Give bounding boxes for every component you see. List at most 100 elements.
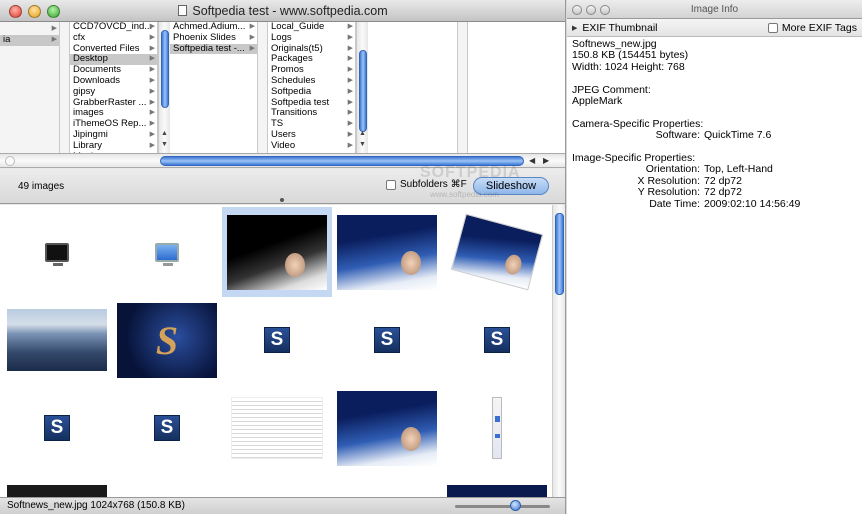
column-1-scroll-thumb[interactable] [161, 30, 169, 108]
thumbnail-s-logo-icon[interactable]: S [112, 383, 222, 473]
browser-column-4[interactable] [368, 22, 458, 153]
thumbnail-monitor-screen-icon[interactable] [112, 207, 222, 297]
browser-item[interactable]: gipsy ▶ [70, 87, 157, 98]
browser-item[interactable]: Jipingmi ▶ [70, 130, 157, 141]
more-exif-tags-checkbox[interactable]: More EXIF Tags [767, 22, 857, 34]
browser-item-label: Transitions [271, 108, 318, 119]
browser-item-label: ia [3, 34, 11, 45]
thumbnail-size-slider[interactable] [455, 505, 550, 508]
column-1-scrollbar[interactable]: ▲ ▼ [158, 22, 170, 153]
browser-item[interactable]: Schedules ▶ [268, 76, 355, 87]
browser-item[interactable]: Promos ▶ [268, 65, 355, 76]
thumbnail-s-logo-icon[interactable]: S [442, 295, 552, 385]
browser-item[interactable]: ▶ [0, 24, 59, 35]
browser-item[interactable]: Users ▶ [268, 130, 355, 141]
browser-column-3[interactable]: Local_Guide ▶ Logs ▶ Originals(t5) ▶ Packages ▶… [268, 22, 356, 153]
thumbnail-s-logo-icon[interactable]: S [332, 295, 442, 385]
browser-item-label: Converted Files [73, 43, 140, 54]
browser-item-label: Packages [271, 54, 313, 65]
jpeg-comment-value: AppleMark [572, 95, 623, 108]
browser-item[interactable]: iThemeOS Rep... ▶ [70, 119, 157, 130]
thumbnail-document-table[interactable] [222, 383, 332, 473]
scroll-down-arrow-icon[interactable]: ▼ [159, 139, 170, 150]
split-view-handle[interactable] [280, 198, 284, 202]
thumbnail-photo-blue-portrait[interactable] [332, 207, 442, 297]
browser-item[interactable]: Transitions ▶ [268, 108, 355, 119]
browser-item[interactable]: GrabberRaster ... ▶ [70, 98, 157, 109]
browser-item[interactable]: CCD7OVCD_ind... ▶ [70, 22, 157, 33]
thumbnail-monitor-icon[interactable] [2, 207, 112, 297]
thumbnail-photo-blue-portrait-rotated[interactable] [442, 207, 552, 297]
disclosure-arrow-icon: ▶ [347, 76, 353, 84]
browser-item[interactable]: Achmed.Adium... ▶ [170, 22, 257, 33]
image-prop-row: Date Time: 2009:02:10 14:56:49 [572, 198, 857, 210]
browser-item[interactable]: Logs ▶ [268, 33, 355, 44]
thumbnail-s-logo-icon[interactable]: S [222, 295, 332, 385]
thumbnail-size-slider-knob[interactable] [510, 500, 521, 511]
browser-column-1[interactable]: CCD7OVCD_ind... ▶ cfx ▶ Converted Files ▶ Desk… [70, 22, 158, 153]
thumbnail-photo-harbor[interactable] [2, 295, 112, 385]
s-logo-letter: S [484, 327, 510, 353]
browser-item-label: Schedules [271, 75, 316, 86]
main-titlebar[interactable]: Softpedia test - www.softpedia.com [0, 0, 565, 22]
s-logo-letter: S [117, 302, 217, 378]
browser-item[interactable]: Library ▶ [70, 141, 157, 152]
scroll-track-start [5, 156, 15, 166]
column-3-scroll-thumb[interactable] [359, 50, 367, 132]
browser-item[interactable]: Downloads ▶ [70, 76, 157, 87]
checkbox-icon[interactable] [767, 23, 778, 33]
checkbox-icon[interactable] [386, 179, 396, 190]
disclosure-arrow-icon: ▶ [347, 55, 353, 63]
image-info-window: Image Info ▶ EXIF Thumbnail More EXIF Tag… [567, 0, 862, 514]
browser-item-label: Local_Guide [271, 22, 325, 32]
browser-item[interactable]: Video ▶ [268, 141, 355, 152]
grid-scroll-thumb[interactable] [555, 213, 564, 295]
more-exif-label: More EXIF Tags [781, 22, 857, 34]
browser-item[interactable]: Phoenix Slides ▶ [170, 33, 257, 44]
browser-item[interactable]: Originals(t5) ▶ [268, 44, 355, 55]
scroll-down-arrow-icon[interactable]: ▼ [357, 139, 368, 150]
browser-item[interactable]: Desktop ▶ [70, 54, 157, 66]
thumbnail-s-logo-icon[interactable]: S [2, 383, 112, 473]
scroll-right-arrow-icon[interactable]: ▶ [543, 156, 549, 165]
browser-item[interactable]: Packages ▶ [268, 54, 355, 65]
scroll-up-arrow-icon[interactable]: ▲ [159, 128, 170, 139]
prop-key: Y Resolution: [637, 186, 700, 199]
thumbnail-photo-dark-portrait[interactable] [222, 207, 332, 297]
browser-item[interactable]: cfx ▶ [70, 33, 157, 44]
thumbnail-photo-dark-s-logo[interactable]: S [112, 295, 222, 385]
scroll-up-arrow-icon[interactable]: ▲ [357, 128, 368, 139]
browser-item[interactable]: ia ▶ [0, 34, 59, 46]
browser-column-0[interactable]: ▶ ia ▶ [0, 22, 60, 153]
disclosure-triangle-icon[interactable]: ▶ [572, 24, 577, 32]
browser-item[interactable]: Softpedia ▶ [268, 87, 355, 98]
browser-item[interactable]: Documents ▶ [70, 65, 157, 76]
browser-item-label: Phoenix Slides [173, 32, 236, 43]
thumbnail-partial[interactable] [7, 479, 107, 497]
thumbnail-grid[interactable]: S S S S S S [0, 205, 552, 497]
prop-value: 72 dp72 [704, 186, 742, 199]
window-title-text: Softpedia test - www.softpedia.com [192, 4, 388, 18]
disclosure-arrow-icon: ▶ [149, 109, 155, 117]
browser-item[interactable]: images ▶ [70, 108, 157, 119]
watermark-url: www.softpedia.com [430, 190, 499, 199]
scroll-left-arrow-icon[interactable]: ◀ [529, 156, 535, 165]
thumbnail-tall-screenshot[interactable] [442, 383, 552, 473]
disclosure-arrow-icon: ▶ [347, 44, 353, 52]
browser-item-label: TS [271, 119, 284, 130]
browser-item[interactable]: TS ▶ [268, 119, 355, 130]
exif-thumbnail-label: EXIF Thumbnail [582, 22, 658, 34]
browser-column-2[interactable]: Achmed.Adium... ▶ Phoenix Slides ▶ Softpedia… [170, 22, 258, 153]
disclosure-arrow-icon: ▶ [347, 66, 353, 74]
browser-item[interactable]: Softpedia test -... ▶ [170, 43, 257, 55]
browser-item-label: Achmed.Adium... [173, 22, 246, 32]
thumbnail-partial[interactable] [447, 479, 547, 497]
exif-thumbnail-disclosure[interactable]: ▶ EXIF Thumbnail [572, 22, 657, 34]
browser-item[interactable]: Softpedia test ▶ [268, 98, 355, 109]
column-3-scrollbar[interactable]: ▲ ▼ [356, 22, 368, 153]
browser-item[interactable]: Local_Guide ▶ [268, 22, 355, 33]
info-titlebar[interactable]: Image Info [567, 0, 862, 19]
browser-item[interactable]: Converted Files ▶ [70, 44, 157, 55]
grid-scrollbar[interactable] [552, 205, 565, 497]
thumbnail-photo-blue-portrait[interactable] [332, 383, 442, 473]
